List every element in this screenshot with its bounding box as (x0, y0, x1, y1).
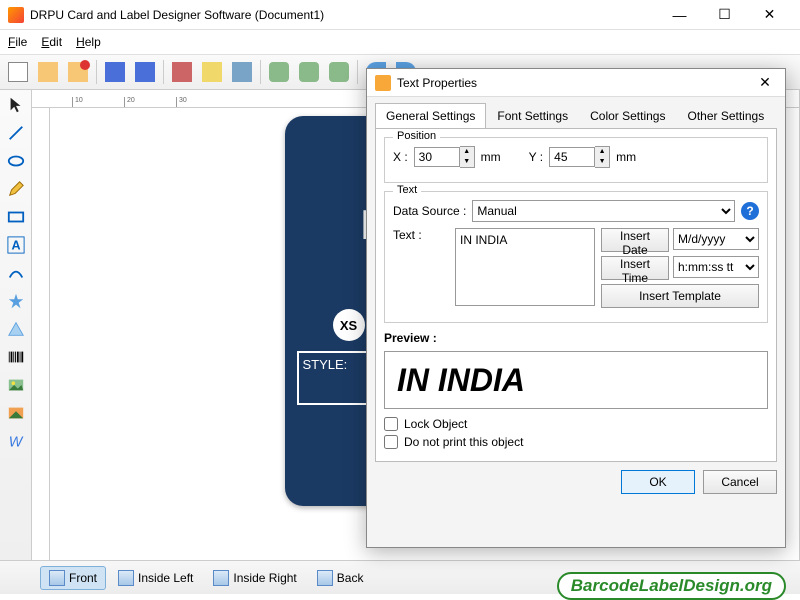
page-icon (49, 570, 65, 586)
x-label: X : (393, 150, 408, 164)
tool-save-as[interactable] (131, 58, 159, 86)
lock-object-label: Lock Object (404, 417, 467, 431)
text-group: Text Data Source : Manual ? Text : IN IN… (384, 191, 768, 323)
library-tool-icon[interactable] (5, 402, 27, 424)
position-group: Position X : ▲▼ mm Y : ▲▼ mm (384, 137, 768, 183)
preview-label: Preview : (384, 331, 768, 345)
page-icon (213, 570, 229, 586)
datasource-select[interactable]: Manual (472, 200, 735, 222)
svg-text:W: W (8, 434, 23, 450)
tab-inside-right[interactable]: Inside Right (205, 567, 304, 589)
tool-close-doc[interactable] (64, 58, 92, 86)
tool-new[interactable] (4, 58, 32, 86)
menubar: File Edit Help (0, 30, 800, 54)
left-tools: A W (0, 90, 32, 560)
tab-back[interactable]: Back (309, 567, 372, 589)
y-unit: mm (616, 150, 636, 164)
titlebar: DRPU Card and Label Designer Software (D… (0, 0, 800, 30)
wordart-tool-icon[interactable]: W (5, 430, 27, 452)
tab-other-settings[interactable]: Other Settings (676, 103, 775, 128)
triangle-tool-icon[interactable] (5, 318, 27, 340)
text-group-label: Text (393, 184, 421, 196)
text-tool-icon[interactable]: A (5, 234, 27, 256)
menu-help[interactable]: Help (76, 35, 101, 49)
barcode-tool-icon[interactable] (5, 346, 27, 368)
position-label: Position (393, 130, 440, 142)
x-down[interactable]: ▼ (460, 157, 474, 167)
y-down[interactable]: ▼ (595, 157, 609, 167)
dialog-icon (375, 75, 391, 91)
dialog-tabs: General Settings Font Settings Color Set… (367, 97, 785, 128)
image-tool-icon[interactable] (5, 374, 27, 396)
minimize-button[interactable]: — (657, 0, 702, 30)
tool-print[interactable] (228, 58, 256, 86)
x-unit: mm (481, 150, 501, 164)
dialog-footer: OK Cancel (367, 470, 785, 502)
y-label: Y : (529, 150, 543, 164)
ok-button[interactable]: OK (621, 470, 695, 494)
preview-box: IN INDIA (384, 351, 768, 409)
pointer-tool-icon[interactable] (5, 94, 27, 116)
page-icon (118, 570, 134, 586)
page-icon (317, 570, 333, 586)
pencil-tool-icon[interactable] (5, 178, 27, 200)
lock-object-checkbox[interactable] (384, 417, 398, 431)
line-tool-icon[interactable] (5, 122, 27, 144)
tool-db3[interactable] (325, 58, 353, 86)
app-icon (8, 7, 24, 23)
insert-date-button[interactable]: Insert Date (601, 228, 669, 252)
arc-tool-icon[interactable] (5, 262, 27, 284)
tab-font-settings[interactable]: Font Settings (486, 103, 579, 128)
datasource-label: Data Source : (393, 204, 466, 218)
tool-save[interactable] (101, 58, 129, 86)
tab-general-settings[interactable]: General Settings (375, 103, 486, 128)
tool-cut[interactable] (168, 58, 196, 86)
tab-color-settings[interactable]: Color Settings (579, 103, 676, 128)
size-xs[interactable]: XS (333, 309, 365, 341)
dialog-body: Position X : ▲▼ mm Y : ▲▼ mm Text D (375, 128, 777, 462)
tool-open[interactable] (34, 58, 62, 86)
maximize-button[interactable]: ☐ (702, 0, 747, 30)
text-input[interactable]: IN INDIA (455, 228, 595, 306)
tab-inside-left[interactable]: Inside Left (110, 567, 201, 589)
time-format-select[interactable]: h:mm:ss tt (673, 256, 759, 278)
window-title: DRPU Card and Label Designer Software (D… (30, 8, 657, 22)
text-properties-dialog: Text Properties ✕ General Settings Font … (366, 68, 786, 548)
cancel-button[interactable]: Cancel (703, 470, 777, 494)
do-not-print-checkbox[interactable] (384, 435, 398, 449)
insert-template-button[interactable]: Insert Template (601, 284, 759, 308)
y-input[interactable] (549, 147, 595, 167)
insert-time-button[interactable]: Insert Time (601, 256, 669, 280)
tool-db2[interactable] (295, 58, 323, 86)
help-icon[interactable]: ? (741, 202, 759, 220)
tab-front[interactable]: Front (40, 566, 106, 590)
date-format-select[interactable]: M/d/yyyy (673, 228, 759, 250)
star-tool-icon[interactable] (5, 290, 27, 312)
watermark: BarcodeLabelDesign.org (557, 572, 786, 600)
do-not-print-label: Do not print this object (404, 435, 523, 449)
x-up[interactable]: ▲ (460, 147, 474, 157)
dialog-titlebar[interactable]: Text Properties ✕ (367, 69, 785, 97)
menu-file[interactable]: File (8, 35, 27, 49)
text-label: Text : (393, 228, 449, 242)
dialog-title: Text Properties (397, 76, 753, 90)
y-up[interactable]: ▲ (595, 147, 609, 157)
tool-db1[interactable] (265, 58, 293, 86)
tool-edit[interactable] (198, 58, 226, 86)
ellipse-tool-icon[interactable] (5, 150, 27, 172)
rectangle-tool-icon[interactable] (5, 206, 27, 228)
ruler-vertical (32, 108, 50, 560)
x-input[interactable] (414, 147, 460, 167)
dialog-close-icon[interactable]: ✕ (753, 73, 777, 93)
close-button[interactable]: ✕ (747, 0, 792, 30)
svg-text:A: A (11, 239, 20, 253)
menu-edit[interactable]: Edit (41, 35, 62, 49)
